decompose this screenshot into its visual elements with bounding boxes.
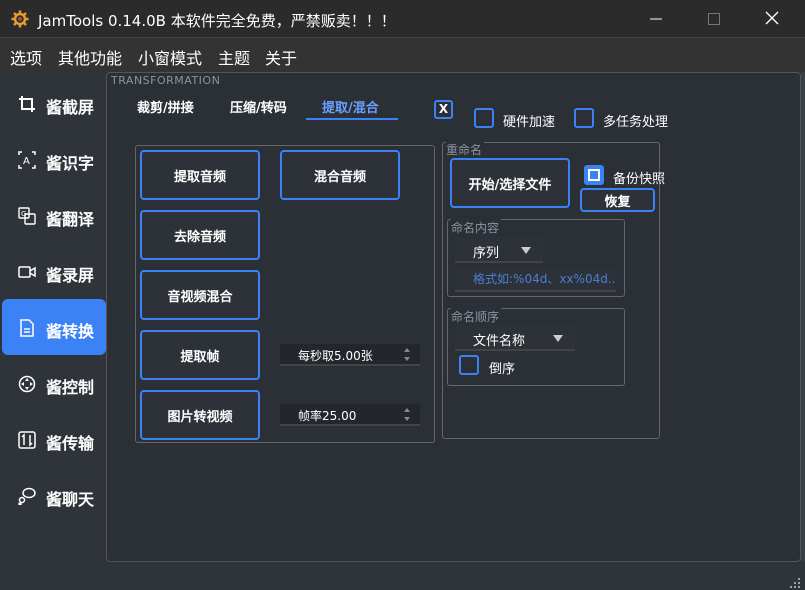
menu-mini-window[interactable]: 小窗模式 [138, 45, 202, 69]
images-to-video-button[interactable]: 图片转视频 [140, 390, 260, 440]
sidebar-item-control[interactable]: 酱控制 [2, 355, 106, 411]
sidebar-item-label: 酱录屏 [46, 266, 95, 285]
naming-format-field[interactable] [455, 268, 616, 290]
tab-compress-transcode[interactable]: 压缩/转码 [230, 97, 287, 116]
chevron-down-icon [553, 335, 563, 342]
convert-icon [18, 319, 36, 337]
crop-icon [18, 95, 36, 113]
video-camera-icon [18, 263, 36, 281]
restore-button[interactable]: 恢复 [580, 188, 655, 212]
minimize-button[interactable] [626, 0, 686, 38]
multi-task-label: 多任务处理 [603, 115, 669, 130]
sidebar-item-ocr[interactable]: A 酱识字 [2, 131, 106, 187]
menu-theme[interactable]: 主题 [218, 45, 250, 69]
maximize-icon [708, 10, 720, 29]
framerate-spinbox[interactable]: 帧率25.00 [280, 404, 420, 426]
sidebar-item-convert[interactable]: 酱转换 [2, 299, 106, 355]
sidebar-item-label: 酱聊天 [46, 490, 95, 509]
backup-snapshot-label: 备份快照 [613, 172, 666, 187]
sidebar-item-label: 酱截屏 [46, 98, 95, 117]
chevron-down-icon [521, 247, 531, 254]
hardware-accel-checkbox[interactable] [474, 108, 494, 128]
frames-per-second-spinbox[interactable]: 每秒取5.00张 [280, 344, 420, 366]
start-select-files-button[interactable]: 开始/选择文件 [450, 158, 570, 208]
naming-order-title: 命名顺序 [451, 308, 502, 325]
sidebar: 酱截屏 A 酱识字 G 酱翻译 酱录屏 酱转换 酱控制 酱传输 酱聊天 [0, 72, 106, 590]
frames-per-second-value: 每秒取5.00张 [298, 349, 373, 363]
chat-icon [18, 487, 36, 506]
naming-content-title: 命名内容 [451, 219, 502, 236]
naming-order-combo[interactable]: 文件名称 [455, 325, 575, 351]
av-mix-button[interactable]: 音视频混合 [140, 270, 260, 320]
extract-audio-button[interactable]: 提取音频 [140, 150, 260, 200]
spin-up-icon[interactable] [404, 348, 410, 352]
control-icon [18, 375, 36, 393]
naming-content-value: 序列 [473, 246, 500, 261]
window-title: JamTools 0.14.0B 本软件完全免费，严禁贩卖！！！ [38, 12, 396, 30]
transfer-icon [18, 431, 36, 449]
checkbox-check-mark [588, 169, 600, 181]
spin-down-icon[interactable] [404, 357, 410, 361]
close-x-checkbox[interactable]: X [434, 100, 453, 119]
maximize-button[interactable] [684, 0, 744, 38]
mix-audio-button[interactable]: 混合音频 [280, 150, 400, 200]
tab-crop-stitch[interactable]: 裁剪/拼接 [137, 97, 194, 116]
sidebar-item-label: 酱翻译 [46, 210, 95, 229]
status-bar [0, 562, 805, 590]
reverse-order-checkbox[interactable] [459, 355, 479, 375]
naming-order-value: 文件名称 [473, 334, 526, 349]
sidebar-item-label: 酱传输 [46, 434, 95, 453]
naming-content-combo[interactable]: 序列 [455, 237, 543, 263]
svg-text:G: G [21, 210, 26, 218]
menu-bar: 选项 其他功能 小窗模式 主题 关于 [0, 39, 805, 72]
tab-extract-mix[interactable]: 提取/混合 [322, 97, 379, 116]
app-gear-icon [11, 10, 29, 28]
sidebar-item-chat[interactable]: 酱聊天 [2, 467, 106, 523]
sidebar-item-label: 酱控制 [46, 378, 95, 397]
title-bar: JamTools 0.14.0B 本软件完全免费，严禁贩卖！！！ [0, 0, 805, 38]
naming-format-input[interactable] [455, 268, 616, 292]
svg-text:A: A [23, 156, 30, 167]
menu-about[interactable]: 关于 [265, 45, 297, 69]
translate-icon: G [18, 207, 36, 225]
backup-snapshot-checkbox[interactable] [584, 165, 604, 185]
sidebar-item-transfer[interactable]: 酱传输 [2, 411, 106, 467]
active-tab-indicator [306, 118, 398, 120]
menu-options[interactable]: 选项 [10, 45, 42, 69]
extract-frames-button[interactable]: 提取帧 [140, 330, 260, 380]
sidebar-item-translate[interactable]: G 酱翻译 [2, 187, 106, 243]
spin-up-icon[interactable] [404, 408, 410, 412]
sidebar-item-label: 酱转换 [46, 322, 95, 341]
remove-audio-button[interactable]: 去除音频 [140, 210, 260, 260]
close-button[interactable] [742, 0, 802, 38]
close-icon [765, 10, 779, 29]
menu-other-functions[interactable]: 其他功能 [58, 45, 122, 69]
rename-group-title: 重命名 [446, 141, 485, 158]
resize-grip-icon[interactable] [787, 574, 801, 588]
hardware-accel-label: 硬件加速 [503, 115, 556, 130]
sidebar-item-screenshot[interactable]: 酱截屏 [2, 75, 106, 131]
reverse-order-label: 倒序 [489, 362, 516, 377]
sidebar-item-label: 酱识字 [46, 154, 95, 173]
multi-task-checkbox[interactable] [574, 108, 594, 128]
section-title: TRANSFORMATION [111, 74, 221, 87]
text-scan-icon: A [18, 151, 36, 169]
minimize-icon [650, 10, 662, 29]
right-edge-scrollbar[interactable] [801, 72, 805, 562]
sidebar-item-record[interactable]: 酱录屏 [2, 243, 106, 299]
spin-down-icon[interactable] [404, 417, 410, 421]
framerate-value: 帧率25.00 [298, 409, 357, 423]
close-x-label: X [438, 102, 449, 116]
